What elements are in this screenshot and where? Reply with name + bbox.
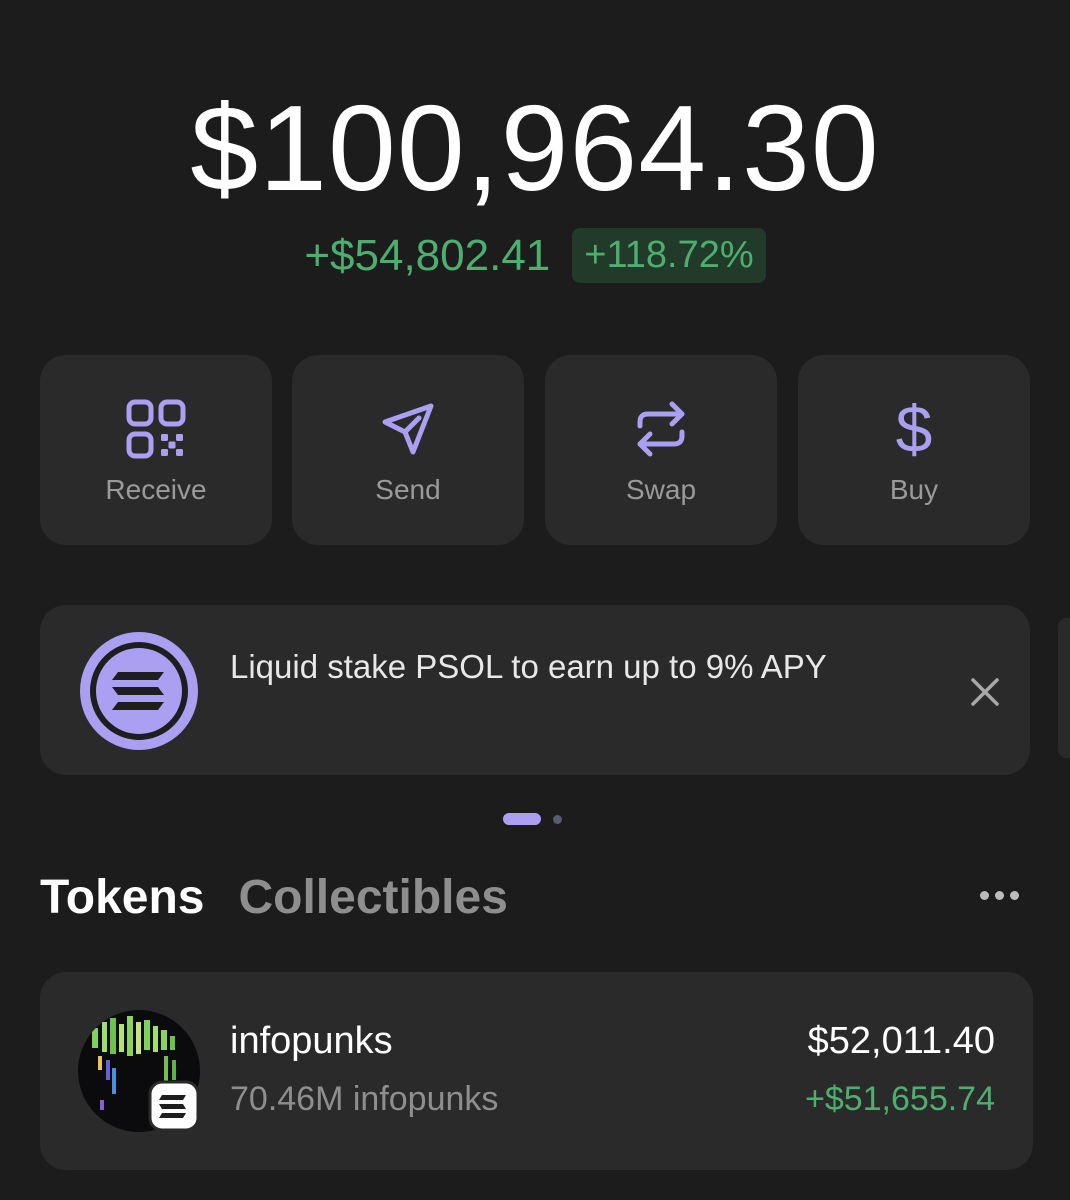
swap-label: Swap [625, 474, 697, 505]
pagination-dot[interactable] [553, 815, 562, 824]
buy-button[interactable]: $ Buy [798, 355, 1030, 545]
asset-tabs: Tokens Collectibles [40, 870, 508, 925]
send-button[interactable]: Send [292, 355, 524, 545]
promo-banner[interactable]: Liquid stake PSOL to earn up to 9% APY [40, 605, 1030, 775]
send-label: Send [375, 474, 441, 505]
tab-collectibles[interactable]: Collectibles [238, 870, 507, 925]
receive-button[interactable]: Receive [40, 355, 272, 545]
more-options-icon[interactable] [972, 880, 1026, 910]
token-avatar [78, 1010, 200, 1132]
token-row[interactable]: infopunks 70.46M infopunks $52,011.40 +$… [40, 972, 1033, 1170]
receive-label: Receive [105, 474, 207, 505]
buy-label: Buy [889, 474, 939, 505]
swap-button[interactable]: Swap [545, 355, 777, 545]
token-amount: 70.46M infopunks [230, 1080, 499, 1118]
next-banner-peek [1058, 618, 1070, 758]
quick-actions: Receive Send Swap $ Buy [40, 355, 1030, 545]
token-name: infopunks [230, 1020, 393, 1062]
paper-plane-icon [373, 394, 443, 464]
promo-banner-text: Liquid stake PSOL to earn up to 9% APY [230, 648, 827, 685]
pagination-dot-active [503, 813, 541, 825]
dollar-icon: $ [895, 392, 933, 466]
swap-arrows-icon [626, 394, 696, 464]
token-change: +$51,655.74 [804, 1080, 995, 1118]
total-balance: $100,964.30 [190, 80, 880, 216]
close-icon[interactable] [965, 672, 1005, 712]
qr-code-icon [121, 394, 191, 464]
wallet-home-screen: $100,964.30 +$54,802.41 +118.72% Receive [0, 0, 1070, 1200]
balance-change-percent-badge: +118.72% [572, 228, 766, 283]
balance-change-row: +$54,802.41 +118.72% [0, 228, 1070, 283]
balance-change-amount: +$54,802.41 [304, 230, 551, 280]
tab-tokens[interactable]: Tokens [40, 870, 204, 925]
token-value: $52,011.40 [807, 1020, 995, 1062]
solana-icon [78, 630, 200, 752]
